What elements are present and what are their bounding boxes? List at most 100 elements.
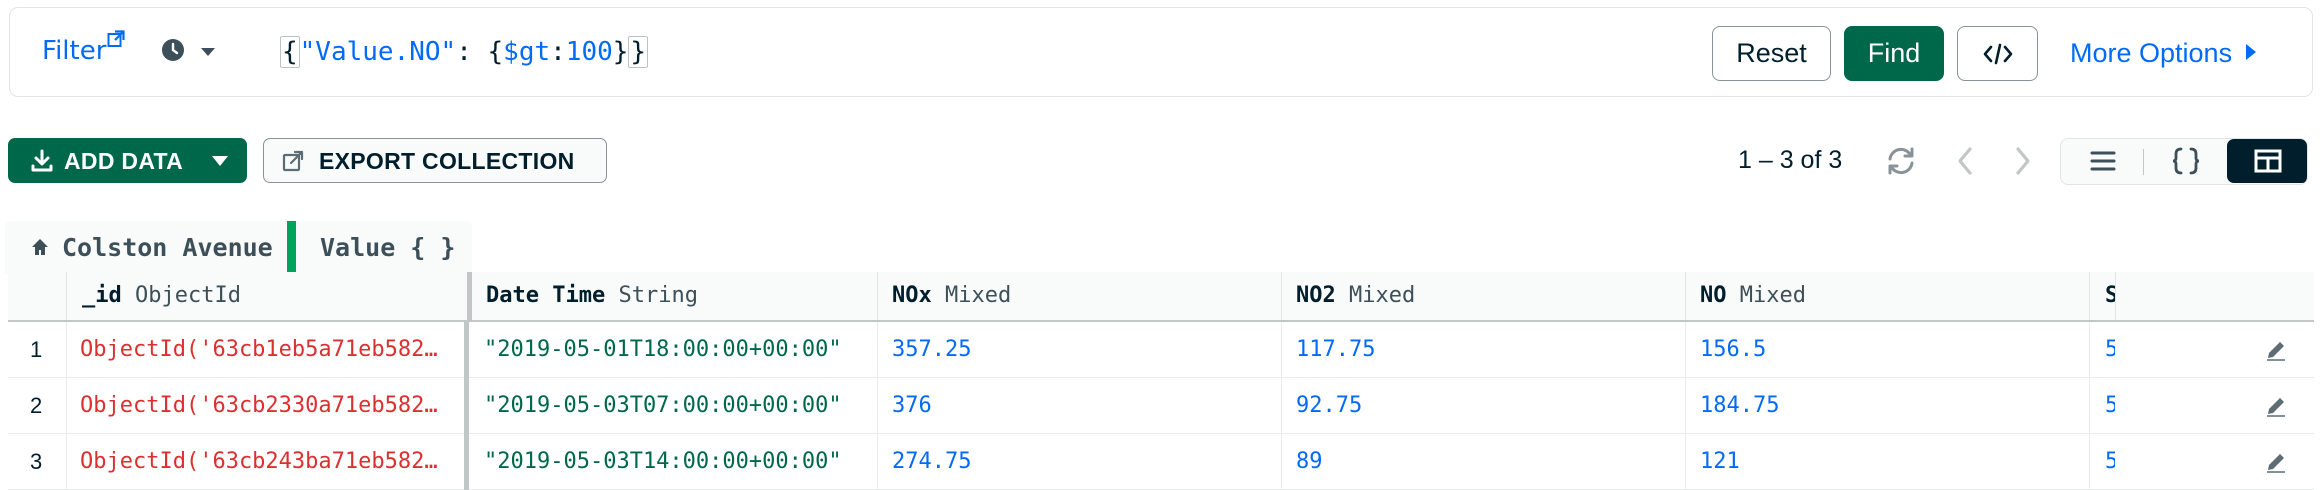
column-type: ObjectId	[135, 283, 241, 308]
breadcrumb-current[interactable]: Value { }	[296, 221, 472, 273]
column-separator	[2115, 272, 2116, 320]
query-key: "Value.NO"	[299, 37, 457, 67]
cell-separator	[1685, 378, 1686, 434]
column-type: Mixed	[945, 283, 1012, 308]
cell-separator	[877, 378, 878, 434]
cell-separator	[1685, 434, 1686, 490]
column-header-no2[interactable]: NO2 Mixed	[1296, 272, 1415, 320]
pagination-summary: 1 – 3 of 3	[1738, 146, 1843, 174]
column-name: NOx	[892, 283, 932, 308]
column-type: Mixed	[1349, 283, 1416, 308]
cell-id[interactable]: ObjectId('63cb1eb5a71eb582…	[80, 322, 452, 378]
cell-nox[interactable]: 357.25	[892, 322, 971, 378]
table-row[interactable]: 3 ObjectId('63cb243ba71eb582… "2019-05-0…	[8, 434, 2314, 490]
export-collection-button[interactable]: EXPORT COLLECTION	[263, 138, 607, 183]
cell-no2[interactable]: 89	[1296, 434, 1323, 490]
documents-table: _id ObjectId Date Time String NOx Mixed …	[8, 272, 2314, 490]
column-separator	[1685, 272, 1686, 320]
cell-no[interactable]: 184.75	[1700, 378, 1779, 434]
query-op-colon: :	[550, 37, 566, 67]
cell-separator	[66, 322, 67, 378]
refresh-icon[interactable]	[1885, 145, 1917, 177]
column-separator	[66, 272, 67, 320]
download-icon	[31, 149, 53, 172]
chevron-left-icon[interactable]	[1954, 145, 1978, 177]
export-icon	[282, 150, 304, 172]
breadcrumb-separator	[287, 221, 296, 273]
column-name: S	[2105, 283, 2115, 308]
json-view-button[interactable]	[2145, 139, 2227, 183]
cell-no[interactable]: 121	[1700, 434, 1740, 490]
more-options-toggle[interactable]: More Options	[2070, 38, 2257, 69]
cell-nox[interactable]: 274.75	[892, 434, 971, 490]
edit-pencil-icon[interactable]	[2264, 338, 2288, 362]
table-row[interactable]: 2 ObjectId('63cb2330a71eb582… "2019-05-0…	[8, 378, 2314, 434]
cell-datetime[interactable]: "2019-05-03T07:00:00+00:00"	[484, 378, 842, 434]
column-name: Date Time	[486, 283, 606, 308]
export-to-language-button[interactable]	[1957, 26, 2038, 81]
cell-no[interactable]: 156.5	[1700, 322, 1766, 378]
column-header-nox[interactable]: NOx Mixed	[892, 272, 1011, 320]
add-data-button[interactable]: ADD DATA	[8, 138, 247, 183]
cell-s[interactable]: 5	[2105, 378, 2115, 434]
find-button[interactable]: Find	[1844, 26, 1944, 81]
column-header-no[interactable]: NO Mixed	[1700, 272, 1806, 320]
table-view-icon	[2254, 149, 2282, 173]
column-header-s[interactable]: S	[2105, 272, 2115, 320]
caret-right-icon	[2246, 44, 2257, 60]
cell-separator	[2089, 378, 2090, 434]
pinned-column-divider	[464, 378, 469, 434]
column-name: _id	[82, 283, 122, 308]
list-view-icon	[2090, 151, 2116, 171]
cell-no2[interactable]: 117.75	[1296, 322, 1375, 378]
query-close-brace: }	[628, 36, 649, 68]
column-name: NO	[1700, 283, 1727, 308]
cell-separator	[1281, 322, 1282, 378]
cell-separator	[66, 434, 67, 490]
edit-pencil-icon[interactable]	[2264, 450, 2288, 474]
cell-s[interactable]: 5	[2105, 322, 2115, 378]
table-header: _id ObjectId Date Time String NOx Mixed …	[8, 272, 2314, 322]
column-header-datetime[interactable]: Date Time String	[486, 272, 698, 320]
query-inner-close: }	[612, 37, 629, 67]
cell-nox[interactable]: 376	[892, 378, 932, 434]
cell-id[interactable]: ObjectId('63cb243ba71eb582…	[80, 434, 452, 490]
external-link-icon	[107, 30, 125, 47]
column-separator	[877, 272, 878, 320]
chevron-right-icon[interactable]	[2010, 145, 2034, 177]
cell-datetime[interactable]: "2019-05-01T18:00:00+00:00"	[484, 322, 842, 378]
query-operator: $gt	[503, 37, 551, 67]
view-divider	[2143, 149, 2144, 175]
query-history-button[interactable]	[160, 36, 220, 66]
table-row[interactable]: 1 ObjectId('63cb1eb5a71eb582… "2019-05-0…	[8, 322, 2314, 378]
edit-pencil-icon[interactable]	[2264, 394, 2288, 418]
query-colon: :	[456, 37, 488, 67]
cell-separator	[1685, 322, 1686, 378]
query-bar: Filter {"Value.NO": {$gt:100}} Reset Fin…	[9, 7, 2313, 97]
query-number: 100	[565, 37, 613, 67]
find-button-label: Find	[1867, 38, 1921, 68]
code-brackets-icon	[1983, 43, 2012, 64]
caret-down-icon	[212, 156, 228, 166]
breadcrumb-root[interactable]: Colston Avenue	[5, 221, 287, 273]
pinned-column-handle[interactable]	[467, 272, 472, 320]
filter-query-input[interactable]: {"Value.NO": {$gt:100}}	[280, 32, 1680, 72]
row-index: 3	[30, 449, 43, 474]
column-type: String	[618, 283, 698, 308]
row-index: 2	[30, 393, 43, 418]
cell-separator	[877, 434, 878, 490]
cell-separator	[877, 322, 878, 378]
table-view-button[interactable]	[2227, 139, 2307, 183]
column-separator	[2089, 272, 2090, 320]
cell-s[interactable]: 5	[2105, 434, 2115, 490]
reset-button[interactable]: Reset	[1712, 26, 1831, 81]
query-open-brace: {	[280, 36, 300, 68]
json-view-icon	[2172, 147, 2200, 175]
list-view-button[interactable]	[2061, 139, 2145, 183]
filter-link[interactable]: Filter	[42, 30, 125, 66]
cell-no2[interactable]: 92.75	[1296, 378, 1362, 434]
add-data-label: ADD DATA	[64, 148, 184, 174]
cell-datetime[interactable]: "2019-05-03T14:00:00+00:00"	[484, 434, 842, 490]
column-header-id[interactable]: _id ObjectId	[82, 272, 241, 320]
cell-id[interactable]: ObjectId('63cb2330a71eb582…	[80, 378, 452, 434]
